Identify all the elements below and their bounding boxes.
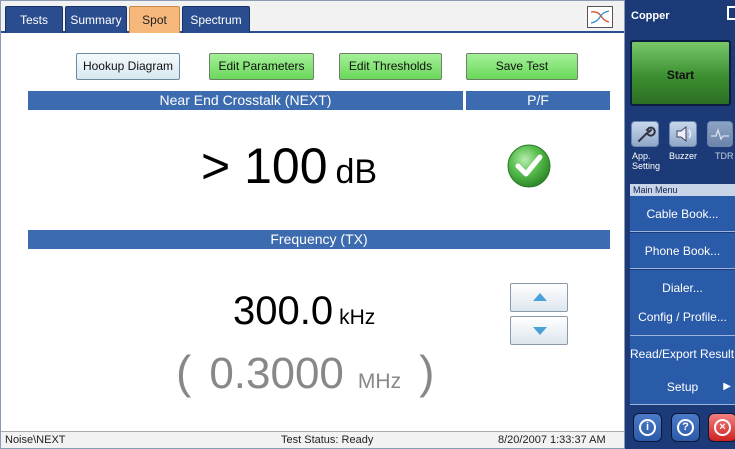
status-bar: Noise\NEXT Test Status: Ready 8/20/2007 … (1, 431, 624, 448)
tab-spot[interactable]: Spot (129, 6, 180, 33)
frequency-down-button[interactable] (510, 316, 568, 345)
help-button[interactable]: ? (671, 413, 700, 442)
close-icon: × (714, 419, 731, 436)
submenu-arrow-icon: ▶ (723, 381, 731, 392)
close-paren: ) (419, 346, 435, 398)
frequency-section-header: Frequency (TX) (28, 230, 610, 249)
arrow-up-icon (533, 293, 547, 301)
panel-collapse-icon[interactable] (727, 6, 735, 20)
frequency-mhz-unit: MHz (357, 370, 402, 393)
help-icon: ? (677, 419, 694, 436)
next-value-readout: > 100 dB (201, 137, 451, 197)
status-test-state: Test Status: Ready (281, 434, 374, 446)
tab-summary[interactable]: Summary (65, 6, 127, 33)
app-setting-button[interactable] (631, 121, 659, 147)
pass-check-icon (506, 143, 552, 189)
waveform-icon (711, 127, 729, 141)
menu-item-setup-label: Setup (666, 380, 699, 394)
tab-tests[interactable]: Tests (5, 6, 63, 33)
buzzer-label: Buzzer (669, 151, 698, 161)
info-icon: i (639, 419, 656, 436)
buzzer-button[interactable] (669, 121, 697, 147)
start-button[interactable]: Start (630, 40, 731, 106)
tdr-button[interactable] (707, 121, 733, 147)
save-test-button[interactable]: Save Test (466, 53, 578, 80)
panel-title: Copper (631, 10, 670, 22)
graph-view-icon[interactable] (587, 6, 613, 28)
open-paren: ( (176, 346, 192, 398)
close-button[interactable]: × (708, 413, 735, 442)
wrench-icon (638, 126, 656, 142)
next-section-header: Near End Crosstalk (NEXT) (28, 91, 463, 110)
menu-item-cable-book[interactable]: Cable Book... (630, 196, 735, 232)
menu-item-read-export[interactable]: Read/Export Result... (630, 336, 735, 372)
next-unit: dB (335, 153, 378, 191)
speaker-icon (676, 125, 692, 143)
status-test-path: Noise\NEXT (5, 434, 66, 446)
hookup-diagram-button[interactable]: Hookup Diagram (76, 53, 180, 80)
edit-parameters-button[interactable]: Edit Parameters (209, 53, 314, 80)
app-setting-label: App. Setting (632, 151, 661, 171)
frequency-up-button[interactable] (510, 283, 568, 312)
frequency-khz-readout: 300.0 kHz (233, 289, 375, 334)
main-menu-header: Main Menu (630, 184, 735, 196)
pass-fail-header: P/F (466, 91, 610, 110)
menu-item-setup[interactable]: Setup ▶ (630, 369, 735, 405)
frequency-mhz-readout: (0.3000 MHz) (176, 345, 434, 399)
tdr-label: TDR (715, 151, 734, 161)
main-area: Tests Summary Spot Spectrum Hookup Diagr… (0, 0, 625, 449)
frequency-mhz-value: 0.3000 (209, 349, 344, 398)
tab-spectrum[interactable]: Spectrum (182, 6, 250, 33)
status-timestamp: 8/20/2007 1:33:37 AM (498, 434, 606, 446)
arrow-down-icon (533, 327, 547, 335)
menu-item-config-profile[interactable]: Config / Profile... (630, 299, 735, 336)
info-button[interactable]: i (633, 413, 662, 442)
tab-bar: Tests Summary Spot Spectrum (1, 1, 624, 33)
menu-item-phone-book[interactable]: Phone Book... (630, 233, 735, 269)
frequency-khz-unit: kHz (339, 306, 376, 329)
frequency-khz-value: 300.0 (233, 289, 334, 333)
edit-thresholds-button[interactable]: Edit Thresholds (339, 53, 442, 80)
next-value: > 100 (201, 138, 328, 194)
